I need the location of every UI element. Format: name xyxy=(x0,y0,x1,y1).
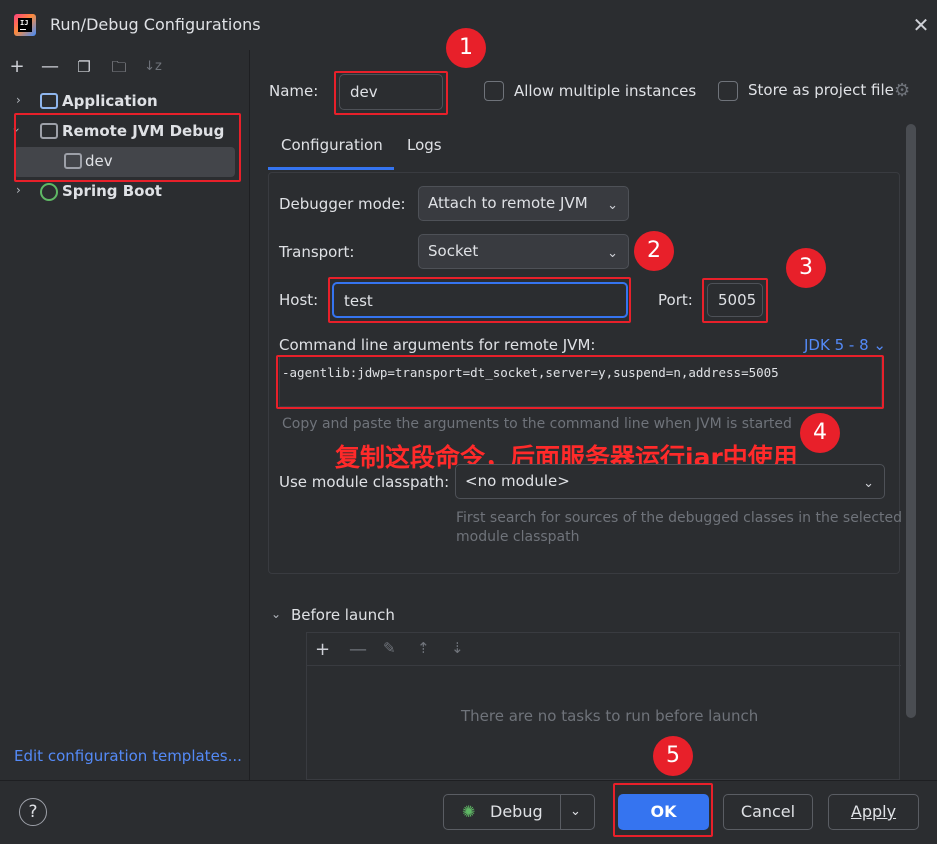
annotation-badge-2: 2 xyxy=(634,231,674,271)
add-icon[interactable]: + xyxy=(6,56,28,78)
edit-templates-link[interactable]: Edit configuration templates... xyxy=(14,747,242,765)
debugger-mode-value: Attach to remote JVM xyxy=(428,194,588,212)
chevron-down-icon: ⌄ xyxy=(607,246,618,261)
spring-boot-icon xyxy=(40,183,58,201)
chevron-right-icon[interactable]: › xyxy=(16,93,21,107)
jdk-version-selector[interactable]: JDK 5 - 8 ⌄ xyxy=(804,336,886,354)
module-hint-line1: First search for sources of the debugged… xyxy=(456,510,903,526)
store-project-label: Store as project file xyxy=(748,81,894,99)
tab-logs[interactable]: Logs xyxy=(407,136,442,154)
annotation-box-command xyxy=(276,355,884,409)
edit-icon[interactable]: ✎ xyxy=(383,639,396,657)
debugger-mode-label: Debugger mode: xyxy=(279,195,406,213)
port-label: Port: xyxy=(658,291,693,309)
tab-configuration[interactable]: Configuration xyxy=(281,136,383,154)
sidebar-toolbar: + — ❐ 🗀 ↓z xyxy=(0,52,250,82)
annotation-badge-1: 1 xyxy=(446,28,486,68)
active-tab-indicator xyxy=(268,167,394,170)
annotation-box-ok xyxy=(613,783,713,837)
transport-select[interactable]: Socket ⌄ xyxy=(418,234,629,269)
window-title: Run/Debug Configurations xyxy=(50,15,261,34)
module-classpath-select[interactable]: <no module> ⌄ xyxy=(455,464,885,499)
annotation-badge-3: 3 xyxy=(786,248,826,288)
annotation-box-sidebar xyxy=(14,113,241,182)
annotation-badge-4: 4 xyxy=(800,413,840,453)
allow-multiple-checkbox[interactable] xyxy=(484,81,504,101)
store-project-checkbox[interactable] xyxy=(718,81,738,101)
chevron-down-icon: ⌄ xyxy=(607,198,618,213)
chevron-right-icon[interactable]: › xyxy=(16,183,21,197)
before-launch-label[interactable]: Before launch xyxy=(291,606,395,624)
move-up-icon[interactable]: ⇡ xyxy=(417,639,430,657)
sidebar-item-label: Application xyxy=(62,92,158,110)
command-line-label: Command line arguments for remote JVM: xyxy=(279,336,596,354)
application-config-icon xyxy=(40,93,58,109)
chevron-down-icon: ⌄ xyxy=(873,336,886,354)
new-folder-icon[interactable]: 🗀 xyxy=(108,56,130,78)
cancel-button[interactable]: Cancel xyxy=(723,794,813,830)
transport-value: Socket xyxy=(428,242,479,260)
module-hint-line2: module classpath xyxy=(456,529,580,545)
scrollbar[interactable] xyxy=(906,124,916,718)
name-label: Name: xyxy=(269,82,319,100)
gear-icon[interactable]: ⚙ xyxy=(894,80,910,101)
help-icon[interactable]: ? xyxy=(19,798,47,826)
before-launch-box: + — ✎ ⇡ ⇣ There are no tasks to run befo… xyxy=(306,632,901,780)
annotation-badge-5: 5 xyxy=(653,736,693,776)
host-label: Host: xyxy=(279,291,319,309)
app-icon-text: IJ xyxy=(20,19,29,27)
close-icon[interactable]: ✕ xyxy=(910,14,932,36)
chevron-down-icon[interactable]: ⌄ xyxy=(570,795,581,829)
sidebar-item-label: Spring Boot xyxy=(62,182,162,200)
module-classpath-value: <no module> xyxy=(465,472,570,490)
divider xyxy=(560,795,561,829)
copy-icon[interactable]: ❐ xyxy=(73,56,95,78)
debug-button-label: Debug xyxy=(490,802,543,821)
command-line-hint: Copy and paste the arguments to the comm… xyxy=(282,416,792,432)
module-classpath-label: Use module classpath: xyxy=(279,473,450,491)
annotation-box-host xyxy=(328,277,631,323)
sort-icon[interactable]: ↓z xyxy=(142,56,164,78)
debug-button[interactable]: ✺ Debug ⌄ xyxy=(443,794,595,830)
chevron-down-icon: ⌄ xyxy=(863,476,874,491)
annotation-box-port xyxy=(702,278,768,323)
debugger-mode-select[interactable]: Attach to remote JVM ⌄ xyxy=(418,186,629,221)
annotation-box-name xyxy=(334,71,448,115)
bug-icon: ✺ xyxy=(462,802,476,821)
allow-multiple-label: Allow multiple instances xyxy=(514,82,697,100)
divider xyxy=(307,665,901,666)
apply-button[interactable]: Apply xyxy=(828,794,919,830)
transport-label: Transport: xyxy=(279,243,355,261)
jdk-version-text: JDK 5 - 8 xyxy=(804,336,869,354)
move-down-icon[interactable]: ⇣ xyxy=(451,639,464,657)
remove-icon[interactable]: — xyxy=(39,56,61,78)
chevron-down-icon[interactable]: ⌄ xyxy=(271,607,281,621)
intellij-app-icon: IJ xyxy=(14,14,36,36)
add-icon[interactable]: + xyxy=(315,639,330,660)
remove-icon[interactable]: — xyxy=(349,639,367,660)
no-tasks-text: There are no tasks to run before launch xyxy=(461,707,759,725)
